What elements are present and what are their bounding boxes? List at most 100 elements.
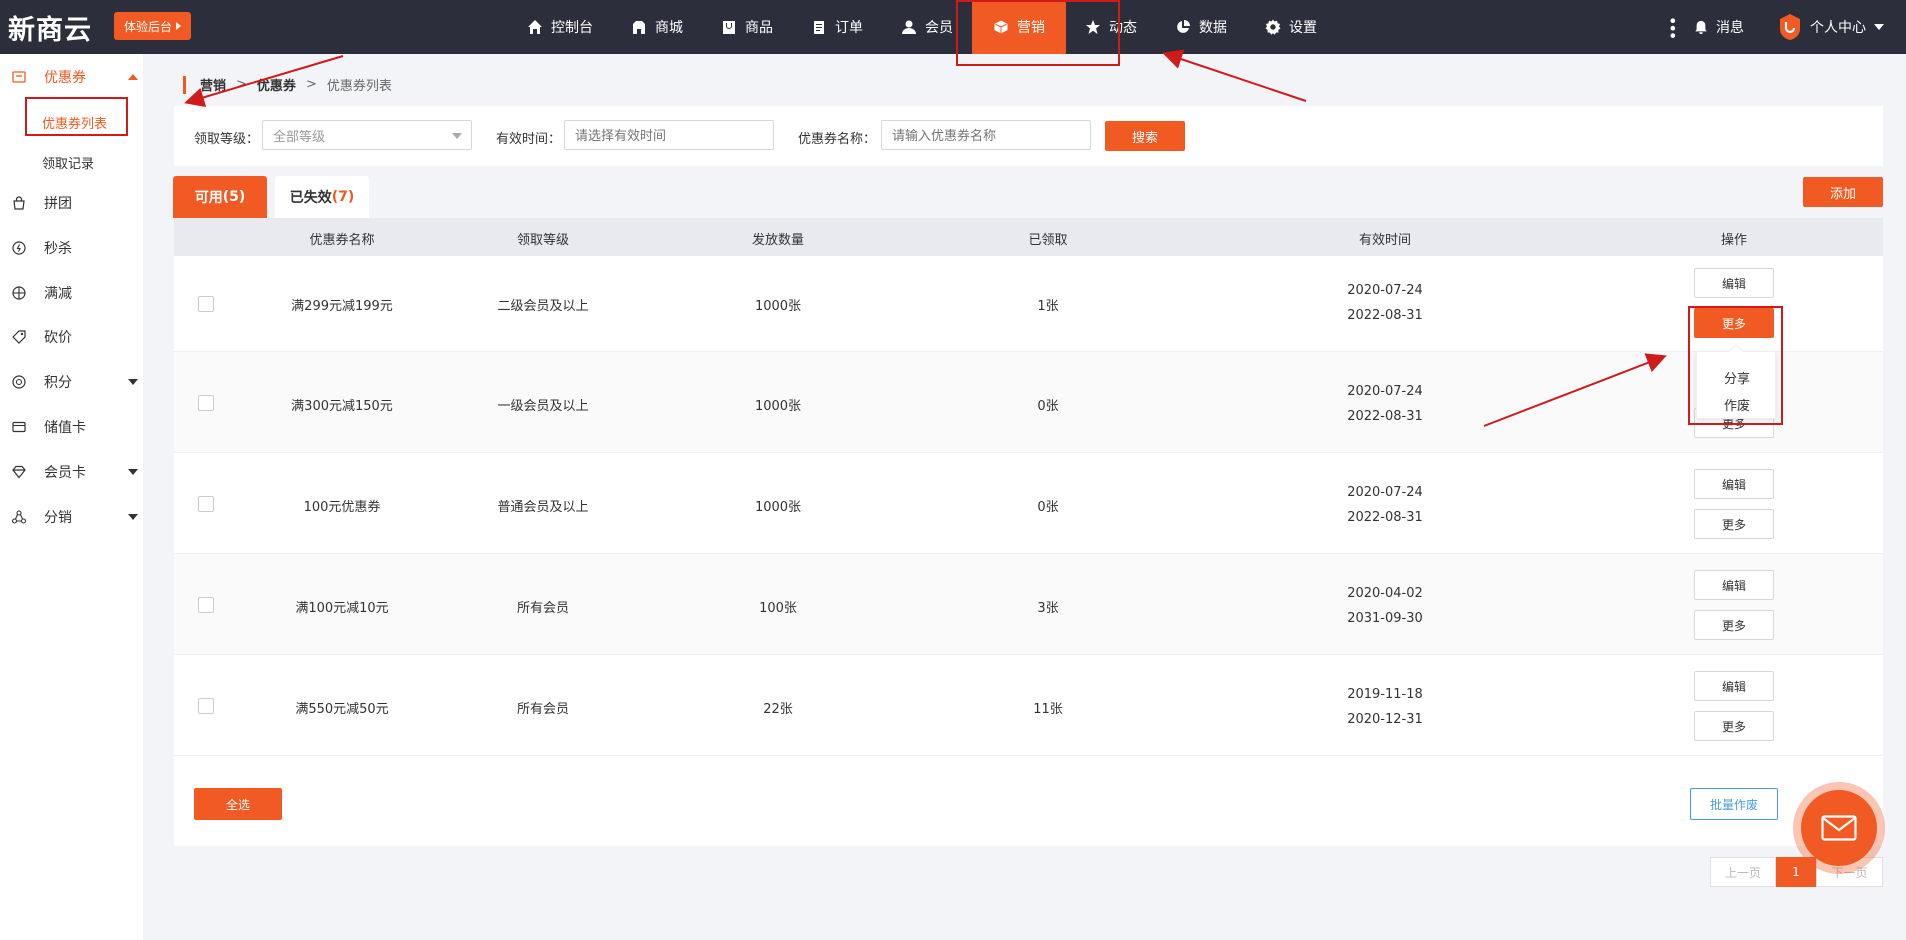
batch-void-button[interactable]: 批量作废 (1690, 788, 1778, 820)
breadcrumb-coupon[interactable]: 优惠券 (257, 75, 296, 94)
edit-button[interactable]: 编辑 (1694, 671, 1774, 701)
validity-start: 2019-11-18 (1347, 687, 1423, 702)
chevron-up-icon (128, 74, 138, 80)
nav-label: 营销 (1017, 20, 1045, 36)
sidebar-item-bargain[interactable]: 砍价 (0, 322, 143, 352)
dropdown-item-share[interactable]: 分享 (1697, 368, 1777, 387)
more-vertical-icon[interactable]: ••• (1663, 16, 1682, 38)
nav-label: 控制台 (551, 20, 593, 36)
nav-products[interactable]: 商品 (702, 0, 792, 54)
column-header-quantity: 发放数量 (751, 233, 805, 248)
store-icon (633, 21, 645, 34)
floating-message-button[interactable] (1793, 782, 1885, 874)
bag-icon (723, 21, 735, 34)
sidebar-item-stored-value-card[interactable]: 储值卡 (0, 412, 143, 442)
breadcrumb-marketing[interactable]: 营销 (200, 75, 226, 94)
chevron-down-icon (1874, 24, 1884, 30)
cube-icon (993, 19, 1009, 35)
pager-prev[interactable]: 上一页 (1710, 857, 1776, 887)
add-coupon-button[interactable]: 添加 (1803, 177, 1883, 207)
more-button[interactable]: 更多 (1694, 711, 1774, 741)
more-button[interactable]: 更多 (1694, 610, 1774, 640)
validity-end: 2022-08-31 (1347, 308, 1423, 323)
star-icon (1086, 20, 1100, 34)
nav-members[interactable]: 会员 (882, 0, 972, 54)
messages-link[interactable]: 消息 (1694, 17, 1744, 37)
nav-data[interactable]: 数据 (1156, 0, 1246, 54)
coupon-quantity: 22张 (763, 702, 793, 717)
name-filter-label: 优惠券名称： (798, 132, 877, 147)
nav-settings[interactable]: 设置 (1246, 0, 1336, 54)
tab-count: (5) (222, 189, 246, 205)
trial-backend-button[interactable]: 体验后台 (114, 12, 192, 40)
validity-start: 2020-07-24 (1347, 384, 1423, 399)
gift-icon (12, 286, 26, 300)
coupon-name: 满550元减50元 (295, 702, 389, 717)
bell-icon (1695, 20, 1707, 34)
gear-icon (1265, 19, 1281, 35)
table-row: 满299元减199元 二级会员及以上 1000张 1张 2020-07-24 2… (174, 256, 1883, 352)
edit-button[interactable]: 编辑 (1694, 469, 1774, 499)
column-header-grade: 领取等级 (516, 233, 570, 248)
nav-dashboard[interactable]: 控制台 (508, 0, 612, 54)
validity-end: 2022-08-31 (1347, 510, 1423, 525)
row-checkbox[interactable] (198, 296, 214, 312)
filter-panel: 领取等级： 全部等级 有效时间： 优惠券名称： 搜索 (174, 106, 1883, 166)
time-input[interactable] (564, 120, 774, 150)
select-all-button[interactable]: 全选 (194, 788, 282, 820)
column-header-actions: 操作 (1720, 233, 1748, 248)
nav-marketing[interactable]: 营销 (972, 0, 1066, 54)
order-icon (814, 21, 824, 34)
coupon-claimed: 0张 (1037, 399, 1059, 414)
sidebar-subitem-coupon-list[interactable]: 优惠券列表 (42, 113, 107, 132)
messages-label: 消息 (1716, 20, 1744, 36)
tab-expired[interactable]: 已失效 (7) (275, 176, 369, 218)
validity-end: 2020-12-31 (1347, 712, 1423, 727)
sidebar-item-group[interactable]: 拼团 (0, 188, 143, 218)
table-row: 满100元减10元 所有会员 100张 3张 2020-04-02 2031-0… (174, 554, 1883, 655)
sidebar-item-discount[interactable]: 满减 (0, 278, 143, 308)
edit-button[interactable]: 编辑 (1694, 570, 1774, 600)
grade-select[interactable]: 全部等级 (262, 120, 472, 150)
sidebar-item-label: 分销 (44, 510, 72, 526)
breadcrumb-accent-bar (183, 75, 186, 94)
sidebar-item-label: 砍价 (44, 330, 72, 346)
top-navigation-bar: 新商云 体验后台 控制台 商城 商品 订单 会员 营销 动态 数据 设置 •••… (0, 0, 1906, 54)
breadcrumb-separator: > (305, 77, 317, 92)
breadcrumb: 营销 > 优惠券 > 优惠券列表 (183, 75, 392, 94)
row-checkbox[interactable] (198, 395, 214, 411)
grade-select-value: 全部等级 (273, 129, 326, 145)
tab-label: 可用 (194, 190, 223, 206)
edit-button[interactable]: 编辑 (1694, 268, 1774, 298)
search-button[interactable]: 搜索 (1105, 121, 1185, 151)
more-button[interactable]: 更多 (1694, 509, 1774, 539)
brand-logo[interactable]: 新商云 (8, 8, 92, 47)
validity-end: 2022-08-31 (1347, 409, 1423, 424)
coupon-name-input[interactable] (881, 120, 1091, 150)
row-checkbox[interactable] (198, 698, 214, 714)
row-checkbox[interactable] (198, 597, 214, 613)
sidebar-item-flash-sale[interactable]: 秒杀 (0, 233, 143, 263)
nav-label: 会员 (925, 20, 953, 36)
home-icon (528, 20, 542, 34)
more-button[interactable]: 更多 (1694, 308, 1774, 338)
sidebar-item-member-card[interactable]: 会员卡 (0, 457, 143, 487)
tab-available[interactable]: 可用 (5) (173, 176, 267, 218)
nav-orders[interactable]: 订单 (792, 0, 882, 54)
profile-menu[interactable]: 个人中心 (1778, 13, 1884, 41)
validity-start: 2020-07-24 (1347, 283, 1423, 298)
coupon-quantity: 1000张 (754, 399, 802, 414)
top-right-tools: ••• 消息 个人中心 (1663, 0, 1884, 54)
diamond-icon (12, 465, 26, 479)
coin-icon (12, 375, 26, 389)
coupon-name: 满100元减10元 (295, 601, 389, 616)
dropdown-item-void[interactable]: 作废 (1697, 395, 1777, 414)
sidebar-item-points[interactable]: 积分 (0, 367, 143, 397)
nav-activity[interactable]: 动态 (1066, 0, 1156, 54)
sidebar-item-coupon[interactable]: 优惠券 (0, 62, 143, 92)
row-checkbox[interactable] (198, 496, 214, 512)
sidebar-item-label: 优惠券 (44, 70, 86, 86)
nav-mall[interactable]: 商城 (612, 0, 702, 54)
sidebar-subitem-claim-records[interactable]: 领取记录 (42, 153, 94, 172)
sidebar-item-distribution[interactable]: 分销 (0, 502, 143, 532)
